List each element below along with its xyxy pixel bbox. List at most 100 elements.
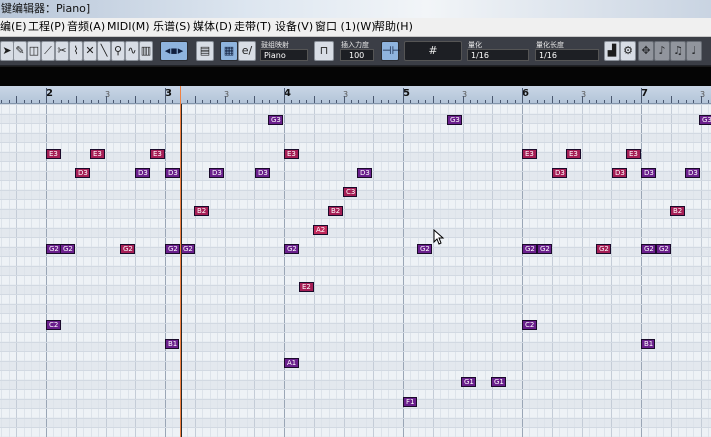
grid-line (60, 104, 62, 437)
insert-velocity-value[interactable]: 100 (340, 49, 374, 61)
midi-note[interactable]: C2 (46, 320, 61, 330)
midi-note[interactable]: G3 (268, 115, 283, 125)
midi-note[interactable]: D3 (357, 168, 372, 178)
midi-note[interactable]: G2 (120, 244, 135, 254)
midi-note[interactable]: A2 (313, 225, 328, 235)
midi-note[interactable]: D3 (135, 168, 150, 178)
object-select-tool[interactable]: ➤ (0, 41, 14, 61)
midi-note[interactable]: B1 (165, 339, 179, 349)
midi-note[interactable]: F1 (403, 397, 417, 407)
inspector-button[interactable]: ⚙ (620, 41, 636, 61)
note-length-button[interactable]: ♩ (686, 41, 702, 61)
midi-note[interactable]: E3 (566, 149, 581, 159)
menu-score[interactable]: 乐谱(S) (153, 18, 191, 36)
midi-note[interactable]: E3 (150, 149, 165, 159)
midi-note[interactable]: E2 (299, 282, 314, 292)
ruler-tick (447, 100, 449, 103)
midi-note[interactable]: C3 (343, 187, 357, 197)
midi-note[interactable]: G2 (641, 244, 656, 254)
menu-media[interactable]: 媒体(D) (193, 18, 232, 36)
midi-note[interactable]: B2 (670, 206, 685, 216)
midi-note[interactable]: G1 (491, 377, 506, 387)
menu-edit[interactable]: 编(E) (0, 18, 27, 36)
midi-note[interactable]: B2 (328, 206, 343, 216)
midi-note[interactable]: D3 (75, 168, 90, 178)
note-grid[interactable]: G3 G3 G3 E3 E3 E3 E3 E3 E3 E3 D3 D3 D3 D3 D3 D3 D3 D3 D3 D3… (0, 104, 711, 437)
midi-note[interactable]: D3 (641, 168, 656, 178)
midi-note[interactable]: E3 (626, 149, 641, 159)
midi-note[interactable]: D3 (165, 168, 180, 178)
midi-note[interactable]: E3 (46, 149, 61, 159)
trim-tool[interactable]: ⟋ (41, 41, 55, 61)
length-quantize-value[interactable]: 1/16 (535, 49, 599, 61)
menu-audio[interactable]: 音频(A) (67, 18, 105, 36)
midi-note[interactable]: G2 (656, 244, 671, 254)
midi-note[interactable]: G1 (461, 377, 476, 387)
midi-note[interactable]: E3 (90, 149, 105, 159)
ruler-tick (455, 100, 457, 103)
line-tool[interactable]: ╲ (97, 41, 111, 61)
edit-active-part-button[interactable]: ▦ (220, 41, 238, 61)
midi-note[interactable]: B2 (194, 206, 209, 216)
edit-in-place-button[interactable]: e/ (238, 41, 256, 61)
midi-note[interactable]: G3 (447, 115, 462, 125)
midi-note[interactable]: G2 (284, 244, 299, 254)
midi-note[interactable]: C2 (522, 320, 537, 330)
curve-tool[interactable]: ∿ (125, 41, 139, 61)
project-cursor[interactable] (180, 86, 181, 437)
midi-note[interactable]: G2 (46, 244, 61, 254)
midi-note[interactable]: G2 (165, 244, 180, 254)
midi-note[interactable]: G2 (537, 244, 552, 254)
midi-note[interactable]: G2 (596, 244, 611, 254)
quantize-value[interactable]: 1/16 (467, 49, 529, 61)
drum-map-value[interactable]: Piano (260, 49, 308, 61)
pitch-row-line (0, 322, 711, 324)
auto-scroll-button[interactable]: ◂▪▸ (160, 41, 188, 61)
midi-note[interactable]: E3 (284, 149, 299, 159)
menu-devices[interactable]: 设备(V) (275, 18, 313, 36)
menu-midi[interactable]: MIDI(M) (107, 18, 150, 36)
split-tool[interactable]: ✂ (55, 41, 69, 61)
midi-note[interactable]: G3 (699, 115, 711, 125)
midi-note[interactable]: G2 (180, 244, 195, 254)
play-tool[interactable]: ▥ (139, 41, 153, 61)
glue-tool[interactable]: ⌇ (69, 41, 83, 61)
menu-help[interactable]: 帮助(H) (374, 18, 413, 36)
note-up-button[interactable]: ♪ (654, 41, 670, 61)
midi-note[interactable]: B1 (641, 339, 655, 349)
midi-note[interactable]: D3 (612, 168, 627, 178)
snap-mode-field[interactable]: # (404, 41, 462, 61)
step-input-button[interactable]: ⊓ (314, 41, 334, 61)
magnifier-icon: ⚲ (113, 44, 123, 57)
ruler-tick (217, 100, 219, 103)
ruler-tick (291, 100, 293, 103)
midi-note[interactable]: G2 (522, 244, 537, 254)
drum-map-field[interactable]: 鼓组映射 Piano (258, 39, 310, 62)
midi-note[interactable]: D3 (255, 168, 270, 178)
midi-note[interactable]: G2 (60, 244, 75, 254)
insert-velocity-field[interactable]: 插入力度 100 (338, 39, 378, 62)
quantize-field[interactable]: 量化 1/16 (465, 39, 529, 62)
chord-button[interactable]: ▟ (604, 41, 620, 61)
midi-note[interactable]: D3 (685, 168, 700, 178)
time-ruler[interactable]: 2 3 4 5 6 7 3 3 3 3 3 3 (0, 86, 711, 104)
note-down-button[interactable]: ♫ (670, 41, 686, 61)
midi-note[interactable]: E3 (522, 149, 537, 159)
edit-e-icon: e/ (241, 44, 253, 57)
erase-tool[interactable]: ◫ (27, 41, 41, 61)
snap-toggle[interactable]: ⊣⊢ (381, 41, 401, 61)
length-quantize-field[interactable]: 量化长度 1/16 (533, 39, 599, 62)
midi-note[interactable]: A1 (284, 358, 299, 368)
zoom-tool[interactable]: ⚲ (111, 41, 125, 61)
menu-transport[interactable]: 走带(T) (234, 18, 271, 36)
menu-project[interactable]: 工程(P) (28, 18, 65, 36)
part-list-button[interactable]: ▤ (196, 41, 214, 61)
move-button[interactable]: ✥ (638, 41, 654, 61)
midi-note[interactable]: D3 (552, 168, 567, 178)
midi-note[interactable]: G2 (417, 244, 432, 254)
menu-window[interactable]: 窗口 (1)(W) (315, 18, 376, 36)
grid-line (514, 104, 516, 437)
draw-tool[interactable]: ✎ (13, 41, 27, 61)
mute-tool[interactable]: ✕ (83, 41, 97, 61)
midi-note[interactable]: D3 (209, 168, 224, 178)
